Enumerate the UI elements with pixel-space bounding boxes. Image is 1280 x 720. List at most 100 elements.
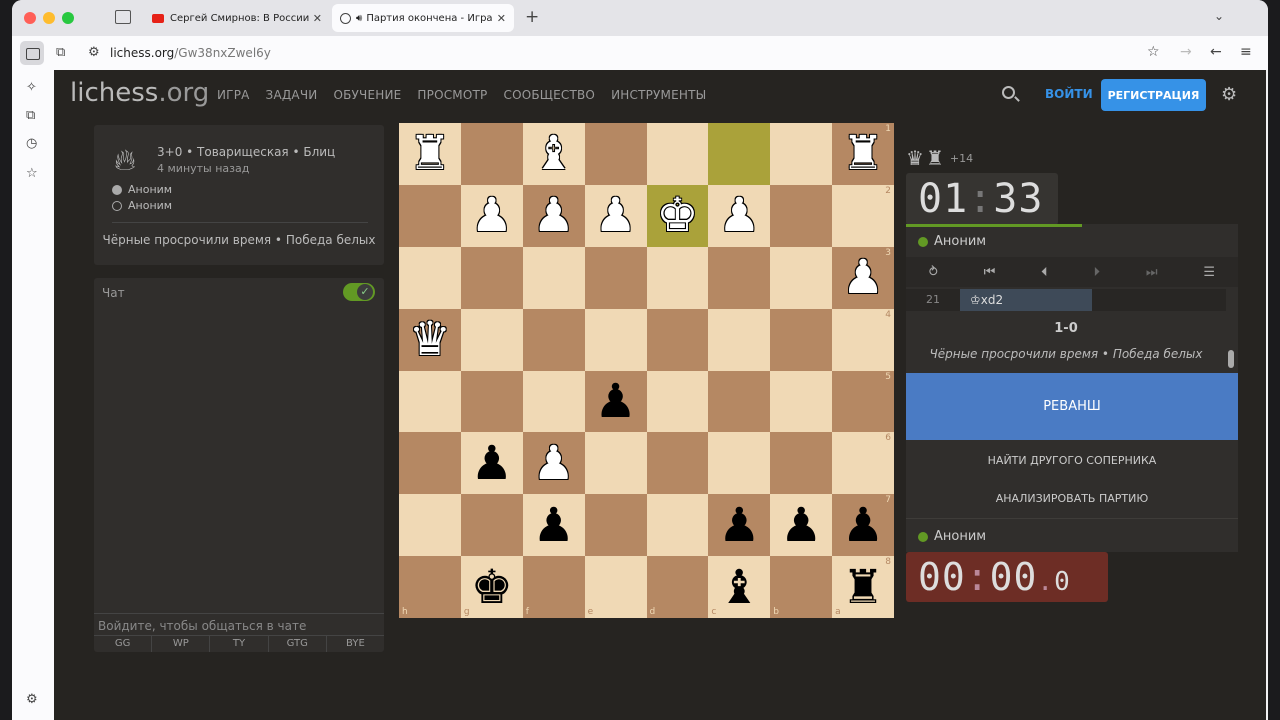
chat-preset-wp[interactable]: WP [152,636,211,652]
black-bishop-icon[interactable]: ♝ [718,564,760,611]
nav-item-watch[interactable]: ПРОСМОТР [417,88,487,102]
board-square[interactable]: ♟ [708,494,771,557]
board-square[interactable] [522,246,585,309]
black-rook-icon[interactable]: ♜ [842,564,884,611]
board-square[interactable] [584,432,647,495]
board-square[interactable]: 4 [832,308,894,371]
board-square[interactable]: ♜ [399,123,461,185]
board-square[interactable]: ♟ 3 [832,246,894,309]
chat-preset-gtg[interactable]: GTG [269,636,327,652]
white-queen-icon[interactable]: ♛ [409,316,451,363]
top-player[interactable]: Аноним [918,234,986,249]
board-square[interactable] [708,123,771,185]
board-square[interactable]: ♟ [460,184,523,247]
url-field[interactable]: lichess.org/Gw38nxZwel6y [110,46,271,60]
board-square[interactable] [584,308,647,371]
first-move-icon[interactable]: ⏮ [984,265,996,280]
board-square[interactable]: b [770,556,833,618]
white-pawn-icon[interactable]: ♟ [533,192,575,239]
extensions-icon[interactable]: ⧉ [56,45,65,60]
board-square[interactable] [770,308,833,371]
board-square[interactable] [399,246,461,309]
analyze-game-button[interactable]: АНАЛИЗИРОВАТЬ ПАРТИЮ [906,492,1238,505]
board-square[interactable] [460,370,523,433]
white-rook-icon[interactable]: ♜ [409,130,451,177]
board-square[interactable]: e [584,556,647,618]
board-square[interactable]: ♟ [584,370,647,433]
find-opponent-button[interactable]: НАЙТИ ДРУГОГО СОПЕРНИКА [906,454,1238,467]
board-square[interactable] [770,246,833,309]
board-square[interactable]: ♝ c [708,556,771,618]
white-king-icon[interactable]: ♚ [656,192,698,239]
close-window-button[interactable] [24,12,36,24]
board-square[interactable]: ♝ [522,123,585,185]
settings-gear-icon[interactable]: ⚙︎ [26,692,38,707]
white-pawn-icon[interactable]: ♟ [842,254,884,301]
board-square[interactable] [708,432,771,495]
board-square[interactable] [399,184,461,247]
chat-preset-gg[interactable]: GG [94,636,153,652]
minimize-window-button[interactable] [43,12,55,24]
speaker-icon[interactable]: 🔊︎ [356,13,362,24]
maximize-window-button[interactable] [62,12,74,24]
white-bishop-icon[interactable]: ♝ [533,130,575,177]
board-square[interactable] [522,308,585,371]
search-icon[interactable] [1002,86,1015,99]
board-square[interactable] [646,370,709,433]
white-player[interactable]: Аноним [112,183,172,196]
board-square[interactable] [460,246,523,309]
forward-arrow-icon[interactable]: → [1180,44,1192,60]
close-tab-icon[interactable]: ✕ [493,12,506,25]
board-square[interactable] [522,370,585,433]
board-square[interactable] [399,494,461,557]
board-square[interactable] [399,432,461,495]
board-square[interactable]: ♟ 7 [832,494,894,557]
black-pawn-icon[interactable]: ♟ [533,502,575,549]
board-square[interactable] [399,370,461,433]
board-square[interactable] [460,308,523,371]
board-square[interactable]: ♟ [460,432,523,495]
browser-tab-lichess[interactable]: 🔊︎ Партия окончена - Игра Ан ✕ [332,4,514,32]
nav-item-puzzles[interactable]: ЗАДАЧИ [266,88,318,102]
board-square[interactable] [708,370,771,433]
black-king-icon[interactable]: ♚ [471,564,513,611]
register-button[interactable]: РЕГИСТРАЦИЯ [1101,79,1206,111]
board-square[interactable]: ♜ 1 [832,123,894,185]
chat-preset-bye[interactable]: BYE [327,636,384,652]
white-rook-icon[interactable]: ♜ [842,130,884,177]
browser-tab-youtube[interactable]: Сергей Смирнов: В России бо ✕ [144,4,330,32]
board-square[interactable] [770,123,833,185]
nav-item-tools[interactable]: ИНСТРУМЕНТЫ [611,88,706,102]
move-value[interactable]: ♔xd2 [960,289,1092,311]
board-square[interactable]: h [399,556,461,618]
board-square[interactable]: d [646,556,709,618]
board-square[interactable] [584,123,647,185]
board-square[interactable] [646,123,709,185]
board-square[interactable]: f [522,556,585,618]
site-settings-icon[interactable]: ⚙︎ [88,45,100,60]
chat-preset-ty[interactable]: TY [210,636,269,652]
history-clock-icon[interactable]: ◷ [26,136,37,151]
board-square[interactable] [770,184,833,247]
board-square[interactable] [646,494,709,557]
board-square[interactable]: ♟ [584,184,647,247]
board-square[interactable]: 5 [832,370,894,433]
board-square[interactable] [708,246,771,309]
white-pawn-icon[interactable]: ♟ [718,192,760,239]
board-square[interactable]: ♟ [522,432,585,495]
board-square[interactable]: 6 [832,432,894,495]
flip-board-icon[interactable]: ⥁ [929,265,938,280]
chess-board[interactable]: ♜ ♝ ♜ 1 ♟ ♟ ♟ ♚ ♟ 2 ♟ 3 ♛ 4 ♟ 5 ♟ ♟ 6 ♟ ♟ ♟ ♟ 7 h ♚ g f e d ♝ c b ♜ 8 a [399,123,894,618]
nav-item-play[interactable]: ИГРА [217,88,250,102]
board-square[interactable] [584,246,647,309]
black-pawn-icon[interactable]: ♟ [594,378,636,425]
black-pawn-icon[interactable]: ♟ [471,440,513,487]
rematch-button[interactable]: РЕВАНШ [906,373,1238,440]
white-pawn-icon[interactable]: ♟ [533,440,575,487]
board-square[interactable]: 2 [832,184,894,247]
last-move-icon[interactable]: ⏭ [1146,265,1158,280]
next-move-icon[interactable]: ⏵ [1093,265,1100,280]
bottom-player[interactable]: Аноним [918,529,986,544]
sidebar-toggle-icon[interactable] [20,41,44,65]
board-square[interactable] [646,308,709,371]
